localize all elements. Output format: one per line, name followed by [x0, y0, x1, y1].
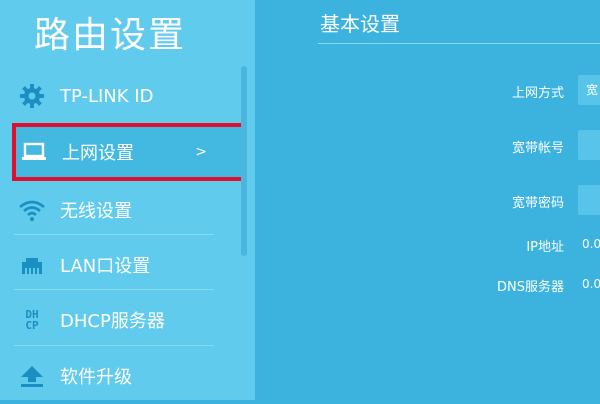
broadband-password-input[interactable]: [578, 185, 600, 215]
field-label-ip-address: IP地址: [526, 240, 564, 255]
connection-type-select[interactable]: 宽: [578, 75, 600, 105]
lan-port-icon: [18, 251, 46, 279]
sidebar-item-label: LAN口设置: [60, 256, 151, 277]
sidebar-title: 路由设置: [34, 15, 187, 56]
page-title: 基本设置: [320, 12, 400, 36]
gear-icon: [18, 82, 46, 110]
sidebar-item-dhcp[interactable]: DH CP DHCP服务器: [0, 292, 215, 348]
chevron-right-icon: >: [195, 144, 207, 160]
sidebar-item-internet-settings[interactable]: 上网设置 >: [12, 123, 247, 181]
sidebar-item-label: 无线设置: [60, 201, 132, 222]
sidebar-item-label: 上网设置: [62, 143, 134, 164]
dhcp-icon-text-bottom: CP: [25, 319, 39, 332]
field-label-connection-type: 上网方式: [511, 86, 564, 101]
laptop-icon: [20, 138, 48, 166]
field-label-broadband-account: 宽带帐号: [511, 141, 564, 156]
wifi-icon: [18, 196, 46, 224]
sidebar: 路由设置 TP-LINK ID 上网设置 > 无线设置 LAN口设置 DH CP…: [0, 0, 255, 400]
sidebar-item-label: TP-LINK ID: [60, 85, 154, 107]
field-label-dns-server: DNS服务器: [497, 280, 564, 295]
sidebar-item-firmware-upgrade[interactable]: 软件升级: [0, 348, 215, 404]
dns-server-value: 0.0: [582, 277, 600, 291]
sidebar-scrollbar[interactable]: [241, 66, 247, 256]
upgrade-icon: [18, 362, 46, 390]
sidebar-item-tplink-id[interactable]: TP-LINK ID: [0, 68, 215, 124]
divider: [14, 289, 214, 290]
sidebar-item-label: DHCP服务器: [60, 311, 165, 332]
title-divider: [318, 43, 600, 44]
dhcp-icon: DH CP: [18, 306, 46, 334]
sidebar-item-label: 软件升级: [60, 367, 132, 388]
ip-address-value: 0.0: [582, 237, 600, 251]
broadband-account-input[interactable]: [578, 130, 600, 160]
sidebar-item-lan[interactable]: LAN口设置: [0, 237, 215, 293]
divider: [14, 345, 214, 346]
sidebar-item-wireless[interactable]: 无线设置: [0, 182, 215, 238]
field-label-broadband-password: 宽带密码: [511, 196, 564, 211]
